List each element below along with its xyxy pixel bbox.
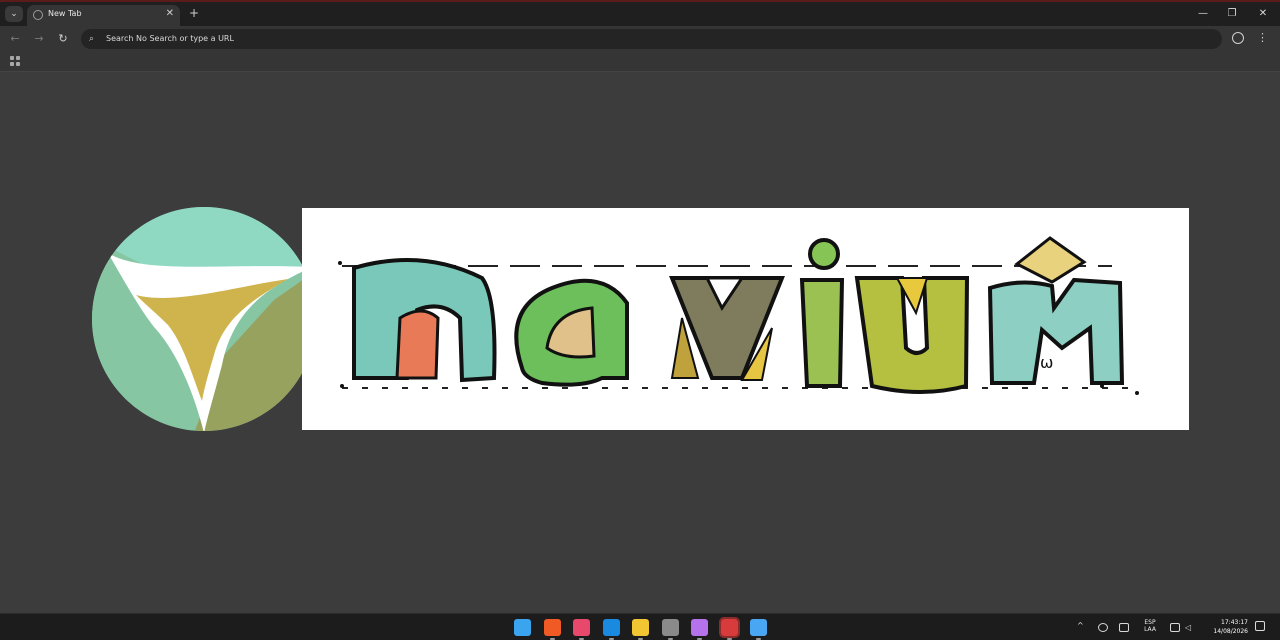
layout-code: LAA bbox=[1144, 626, 1156, 633]
windows-taskbar: ^ ESP LAA ◁ 17:43:17 14/08/2026 bbox=[0, 613, 1280, 640]
tab-search-button[interactable]: ⌄ bbox=[5, 6, 23, 22]
minimize-button[interactable]: — bbox=[1190, 7, 1216, 21]
address-bar[interactable]: ⌕ Search No Search or type a URL bbox=[81, 29, 1222, 49]
reload-button[interactable]: ↻ bbox=[55, 31, 71, 47]
window-close-button[interactable]: ✕ bbox=[1250, 7, 1276, 21]
brave-icon[interactable] bbox=[543, 619, 561, 636]
settings-icon[interactable] bbox=[661, 619, 679, 636]
language-indicator[interactable]: ESP LAA bbox=[1139, 619, 1161, 633]
svg-text:ω: ω bbox=[1040, 353, 1053, 372]
browser-icon[interactable] bbox=[750, 619, 767, 636]
network-tray-icon[interactable] bbox=[1170, 623, 1180, 632]
notifications-icon[interactable] bbox=[1255, 621, 1265, 631]
back-button[interactable]: ← bbox=[7, 31, 23, 47]
volume-tray-icon[interactable]: ◁ bbox=[1185, 623, 1195, 632]
gem-browser-icon[interactable] bbox=[691, 619, 708, 636]
address-bar-placeholder: Search No Search or type a URL bbox=[106, 34, 234, 43]
system-clock[interactable]: 17:43:17 14/08/2026 bbox=[1213, 618, 1248, 636]
r-app-icon[interactable] bbox=[718, 617, 740, 638]
search-icon: ⌕ bbox=[89, 34, 95, 44]
tab-title: New Tab bbox=[48, 9, 82, 18]
tab-close-button[interactable]: ✕ bbox=[166, 8, 174, 20]
browser-toolbar: ← → ↻ ⌕ Search No Search or type a URL ⋮ bbox=[0, 26, 1280, 52]
profile-icon[interactable] bbox=[1232, 32, 1244, 44]
bookmarks-bar bbox=[0, 52, 1280, 72]
restore-button[interactable]: ❐ bbox=[1219, 7, 1245, 21]
navium-circle-logo bbox=[92, 207, 316, 431]
browser-menu-button[interactable]: ⋮ bbox=[1257, 30, 1268, 46]
new-tab-page: ω bbox=[0, 73, 1280, 613]
globe-icon bbox=[33, 10, 43, 20]
brave-beta-icon[interactable] bbox=[573, 619, 590, 636]
browser-tab-strip: ⌄ New Tab ✕ + — ❐ ✕ bbox=[0, 2, 1280, 26]
windows-start-icon[interactable] bbox=[514, 619, 531, 636]
desktop-screen: ⌄ New Tab ✕ + — ❐ ✕ ← → ↻ ⌕ Search No Se… bbox=[0, 0, 1280, 640]
navium-wordmark-image: ω bbox=[302, 208, 1189, 430]
security-tray-icon[interactable] bbox=[1098, 623, 1108, 632]
new-tab-button[interactable]: + bbox=[189, 6, 199, 20]
clock-time: 17:43:17 bbox=[1221, 619, 1248, 626]
forward-button[interactable]: → bbox=[31, 31, 47, 47]
tab-new-tab[interactable]: New Tab ✕ bbox=[27, 5, 180, 26]
keyboard-tray-icon[interactable] bbox=[1119, 623, 1129, 632]
clock-date: 14/08/2026 bbox=[1213, 628, 1248, 635]
file-explorer-icon[interactable] bbox=[632, 619, 649, 636]
vscode-icon[interactable] bbox=[602, 619, 620, 636]
apps-grid-icon[interactable] bbox=[10, 56, 20, 66]
language-code: ESP bbox=[1144, 619, 1156, 626]
tray-overflow-chevron[interactable]: ^ bbox=[1077, 621, 1084, 630]
